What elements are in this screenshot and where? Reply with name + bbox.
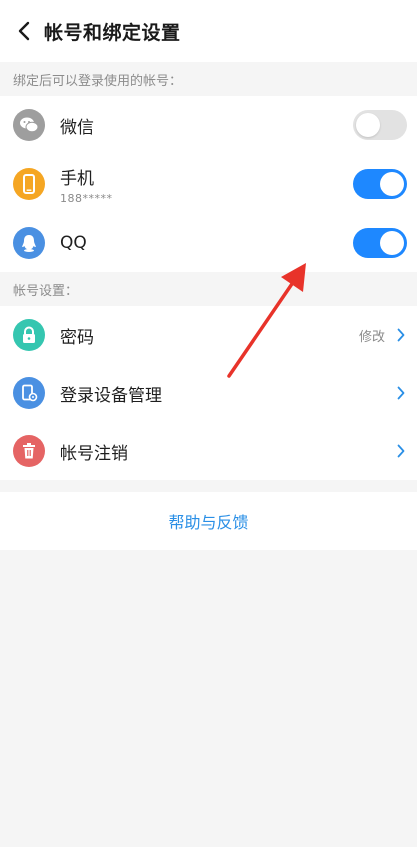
bind-label-phone: 手机: [60, 168, 94, 189]
back-button[interactable]: [12, 19, 36, 43]
qq-toggle[interactable]: [353, 228, 407, 258]
wechat-icon: [13, 109, 45, 141]
bind-row-wechat: 微信: [0, 96, 417, 154]
bind-row-phone: 手机 188*****: [0, 154, 417, 214]
trash-icon: [13, 435, 45, 467]
account-row-cancel[interactable]: 帐号注销: [0, 422, 417, 480]
bind-label-qq: QQ: [60, 233, 87, 253]
bind-label-wechat: 微信: [60, 117, 94, 138]
account-section-label: 帐号设置：: [0, 272, 417, 306]
bind-group: 微信 手机 188***** QQ: [0, 96, 417, 272]
device-icon: [13, 377, 45, 409]
cancel-account-label: 帐号注销: [60, 443, 128, 464]
account-row-password[interactable]: 密码 修改: [0, 306, 417, 364]
devices-label: 登录设备管理: [60, 385, 162, 406]
lock-icon: [13, 319, 45, 351]
chevron-right-icon: [395, 327, 407, 343]
help-feedback-link[interactable]: 帮助与反馈: [168, 509, 248, 533]
bind-row-qq: QQ: [0, 214, 417, 272]
chevron-right-icon: [395, 443, 407, 459]
help-area: 帮助与反馈: [0, 492, 417, 550]
header-bar: 帐号和绑定设置: [0, 0, 417, 62]
modify-hint: 修改: [358, 329, 385, 345]
page-title: 帐号和绑定设置: [44, 21, 181, 44]
qq-icon: [13, 227, 45, 259]
chevron-right-icon: [395, 385, 407, 401]
wechat-toggle[interactable]: [353, 110, 407, 140]
phone-toggle[interactable]: [353, 169, 407, 199]
password-label: 密码: [60, 327, 94, 348]
chevron-left-icon: [18, 21, 30, 41]
bind-section-label: 绑定后可以登录使用的帐号：: [0, 62, 417, 96]
account-row-devices[interactable]: 登录设备管理: [0, 364, 417, 422]
phone-icon: [13, 168, 45, 200]
account-group: 密码 修改 登录设备管理 帐号注销: [0, 306, 417, 480]
phone-number: 188*****: [60, 191, 113, 205]
